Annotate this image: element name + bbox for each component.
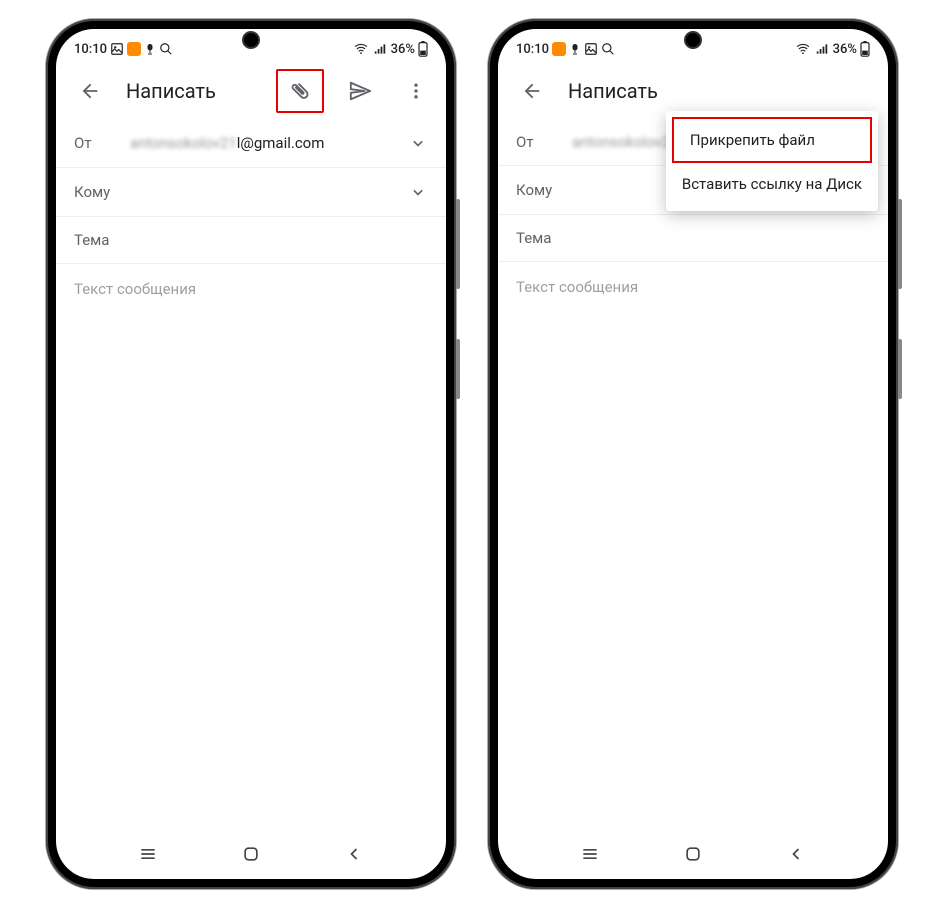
misc-icon-1 <box>569 42 581 56</box>
back-button[interactable] <box>70 71 110 111</box>
compose-title: Написать <box>126 79 260 103</box>
back-button[interactable] <box>512 71 552 111</box>
to-field[interactable]: Кому <box>56 168 446 217</box>
to-label: Кому <box>74 183 114 201</box>
insert-drive-link-menu-item[interactable]: Вставить ссылку на Диск <box>666 163 878 205</box>
back-nav-button[interactable] <box>344 844 364 864</box>
android-nav-bar <box>56 835 446 879</box>
battery-icon <box>418 41 428 57</box>
gallery-icon <box>584 42 598 56</box>
search-icon <box>601 42 615 56</box>
front-camera <box>684 31 702 49</box>
wifi-icon <box>353 42 369 56</box>
search-icon <box>159 42 173 56</box>
battery-icon <box>860 41 870 57</box>
phone-mock-right: 10:10 36% <box>488 19 898 889</box>
from-label: От <box>516 133 556 151</box>
app-notification-icon <box>552 42 566 56</box>
screen: 10:10 36% <box>498 29 888 879</box>
status-time: 10:10 <box>516 42 549 57</box>
attach-highlight-box <box>276 69 324 113</box>
android-nav-bar <box>498 835 888 879</box>
subject-field[interactable]: Тема <box>56 217 446 264</box>
attach-button[interactable] <box>280 71 320 111</box>
app-notification-icon <box>127 42 141 56</box>
signal-icon <box>372 42 388 56</box>
gallery-icon <box>110 42 124 56</box>
body-field[interactable]: Текст сообщения <box>498 262 888 835</box>
wifi-icon <box>795 42 811 56</box>
chevron-down-icon <box>408 182 428 202</box>
compose-app-bar: Написать <box>56 63 446 119</box>
battery-percent: 36% <box>833 42 857 57</box>
attach-popup-menu: Прикрепить файл Вставить ссылку на Диск <box>666 111 878 211</box>
home-button[interactable] <box>241 844 261 864</box>
more-button[interactable] <box>396 71 436 111</box>
body-field[interactable]: Текст сообщения <box>56 264 446 835</box>
from-label: От <box>74 134 114 152</box>
signal-icon <box>814 42 830 56</box>
send-button[interactable] <box>340 71 380 111</box>
screen: 10:10 36% <box>56 29 446 879</box>
misc-icon-1 <box>144 42 156 56</box>
from-field[interactable]: От antonsokolov21l@gmail.com <box>56 119 446 168</box>
to-label: Кому <box>516 181 556 199</box>
chevron-down-icon <box>408 133 428 153</box>
battery-percent: 36% <box>391 42 415 57</box>
home-button[interactable] <box>683 844 703 864</box>
front-camera <box>242 31 260 49</box>
subject-label: Тема <box>74 231 114 249</box>
subject-label: Тема <box>516 229 556 247</box>
recents-button[interactable] <box>580 844 600 864</box>
subject-field[interactable]: Тема <box>498 215 888 262</box>
back-nav-button[interactable] <box>786 844 806 864</box>
status-time: 10:10 <box>74 42 107 57</box>
recents-button[interactable] <box>138 844 158 864</box>
from-value: antonsokolov21l@gmail.com <box>130 134 392 152</box>
attach-file-menu-item[interactable]: Прикрепить файл <box>672 117 872 163</box>
phone-mock-left: 10:10 36% <box>46 19 456 889</box>
compose-title: Написать <box>568 79 878 103</box>
